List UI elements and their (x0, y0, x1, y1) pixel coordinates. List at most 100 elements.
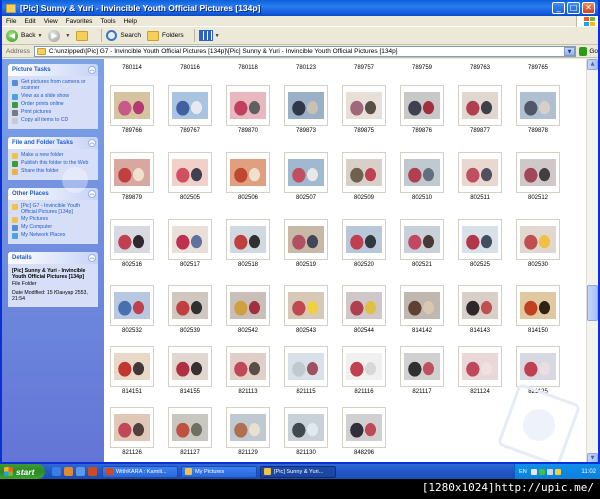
thumbnail-frame[interactable] (110, 152, 154, 193)
thumbnail-item[interactable]: 802539 (164, 285, 216, 334)
tray-app-icon[interactable] (538, 468, 545, 475)
thumbnail-item[interactable]: 789876 (396, 85, 448, 134)
thumbnail-frame[interactable] (458, 219, 502, 260)
thumbnail-frame[interactable] (284, 407, 328, 448)
thumbnail-item[interactable]: 789877 (454, 85, 506, 134)
menu-tools[interactable]: Tools (100, 18, 115, 25)
up-folder-button[interactable] (76, 30, 91, 41)
thumbnail-frame[interactable] (342, 219, 386, 260)
browser-icon[interactable] (52, 467, 61, 476)
thumbnail-item[interactable]: 802544 (338, 285, 390, 334)
thumbnail-frame[interactable] (284, 346, 328, 387)
task-publish[interactable]: Publish this folder to the Web (12, 160, 94, 167)
thumbnail-frame[interactable] (226, 219, 270, 260)
thumbnail-label[interactable]: 780116 (164, 65, 216, 71)
thumbnail-item[interactable]: 821116 (338, 346, 390, 395)
folders-button[interactable]: Folders (146, 30, 184, 41)
taskbar-item-withkara[interactable]: WithKARA : Kamili... (102, 465, 178, 478)
thumbnail-frame[interactable] (226, 407, 270, 448)
details-header[interactable]: Details ︽ (8, 252, 98, 265)
language-indicator[interactable]: EN (519, 469, 527, 475)
place-network[interactable]: My Network Places (12, 232, 94, 240)
thumbnail-frame[interactable] (110, 346, 154, 387)
thumbnail-item[interactable]: 802509 (338, 152, 390, 201)
thumbnail-frame[interactable] (110, 85, 154, 126)
thumbnail-frame[interactable] (400, 85, 444, 126)
thumbnail-item[interactable]: 802525 (454, 219, 506, 268)
thumbnail-frame[interactable] (168, 85, 212, 126)
file-tasks-header[interactable]: File and Folder Tasks ︽ (8, 136, 98, 149)
thumbnail-item[interactable]: 802506 (222, 152, 274, 201)
thumbnail-item[interactable]: 821124 (454, 346, 506, 395)
taskbar-item-my-pictures[interactable]: My Pictures (181, 465, 257, 478)
tray-app-icon[interactable] (530, 468, 537, 475)
volume-icon[interactable] (546, 468, 553, 475)
back-button[interactable]: ◀ Back ▼ (6, 29, 42, 42)
task-order-prints[interactable]: Order prints online (12, 101, 94, 108)
thumbnail-item[interactable]: 802520 (338, 219, 390, 268)
task-print[interactable]: Print pictures (12, 109, 94, 116)
thumbnail-frame[interactable] (458, 346, 502, 387)
thumbnail-frame[interactable] (516, 152, 560, 193)
clock[interactable]: 11:02 (581, 469, 596, 475)
menu-help[interactable]: Help (124, 18, 137, 25)
thumbnail-item[interactable]: 802542 (222, 285, 274, 334)
thumbnail-frame[interactable] (226, 346, 270, 387)
thumbnail-item[interactable]: 814142 (396, 285, 448, 334)
thumbnail-frame[interactable] (226, 85, 270, 126)
menu-view[interactable]: View (44, 18, 58, 25)
thumbnail-label[interactable]: 789763 (454, 65, 506, 71)
thumbnail-frame[interactable] (458, 85, 502, 126)
thumbnail-frame[interactable] (342, 85, 386, 126)
views-button[interactable]: ▼ (198, 30, 220, 41)
thumbnail-item[interactable]: 814143 (454, 285, 506, 334)
thumbnail-frame[interactable] (284, 85, 328, 126)
thumbnail-item[interactable]: 802521 (396, 219, 448, 268)
place-my-pictures[interactable]: My Pictures (12, 216, 94, 224)
thumbnail-frame[interactable] (342, 346, 386, 387)
thumbnail-item[interactable]: 802517 (164, 219, 216, 268)
thumbnail-frame[interactable] (400, 285, 444, 326)
other-places-header[interactable]: Other Places ︽ (8, 187, 98, 200)
thumbnail-item[interactable]: 821115 (280, 346, 332, 395)
task-new-folder[interactable]: Make a new folder (12, 152, 94, 159)
minimize-button[interactable]: _ (552, 2, 565, 14)
thumbnail-frame[interactable] (516, 219, 560, 260)
scrollbar-thumb[interactable] (587, 285, 598, 321)
thumbnail-item[interactable]: 802532 (106, 285, 158, 334)
place-my-computer[interactable]: My Computer (12, 224, 94, 232)
thumbnail-item[interactable]: 802512 (512, 152, 564, 201)
thumbnail-item[interactable]: 802519 (280, 219, 332, 268)
task-copy-cd[interactable]: Copy all items to CD (12, 117, 94, 124)
thumbnail-frame[interactable] (226, 152, 270, 193)
menu-file[interactable]: File (6, 18, 16, 25)
thumbnail-item[interactable]: 821127 (164, 407, 216, 456)
thumbnail-frame[interactable] (168, 285, 212, 326)
thumbnail-item[interactable]: 802510 (396, 152, 448, 201)
thumbnail-item[interactable]: 821113 (222, 346, 274, 395)
app-icon[interactable] (88, 467, 97, 476)
thumbnail-label[interactable]: 789757 (338, 65, 390, 71)
close-button[interactable]: ✕ (582, 2, 595, 14)
thumbnail-item[interactable]: 802505 (164, 152, 216, 201)
thumbnail-item[interactable]: 789873 (280, 85, 332, 134)
thumbnail-item[interactable]: 789767 (164, 85, 216, 134)
thumbnail-item[interactable]: 814150 (512, 285, 564, 334)
thumbnail-frame[interactable] (516, 285, 560, 326)
scroll-up-icon[interactable]: ▲ (587, 59, 598, 70)
thumbnail-item[interactable]: 802530 (512, 219, 564, 268)
thumbnail-item[interactable]: 789870 (222, 85, 274, 134)
thumbnail-item[interactable]: 814155 (164, 346, 216, 395)
go-button[interactable]: Go (576, 46, 598, 56)
thumbnail-frame[interactable] (284, 219, 328, 260)
collapse-icon[interactable]: ︽ (88, 138, 96, 147)
thumbnail-frame[interactable] (168, 152, 212, 193)
thumbnail-item[interactable]: 789879 (106, 152, 158, 201)
thumbnail-item[interactable]: 802543 (280, 285, 332, 334)
thumbnail-item[interactable]: 848296 (338, 407, 390, 456)
thumbnail-frame[interactable] (342, 285, 386, 326)
address-input[interactable]: C:\unzipped\[Pic] G7 - Invincible Youth … (33, 45, 576, 57)
thumbnail-label[interactable]: 780123 (280, 65, 332, 71)
thumbnail-frame[interactable] (400, 219, 444, 260)
taskbar-item-current-folder[interactable]: [Pic] Sunny & Yuri... (260, 465, 336, 478)
